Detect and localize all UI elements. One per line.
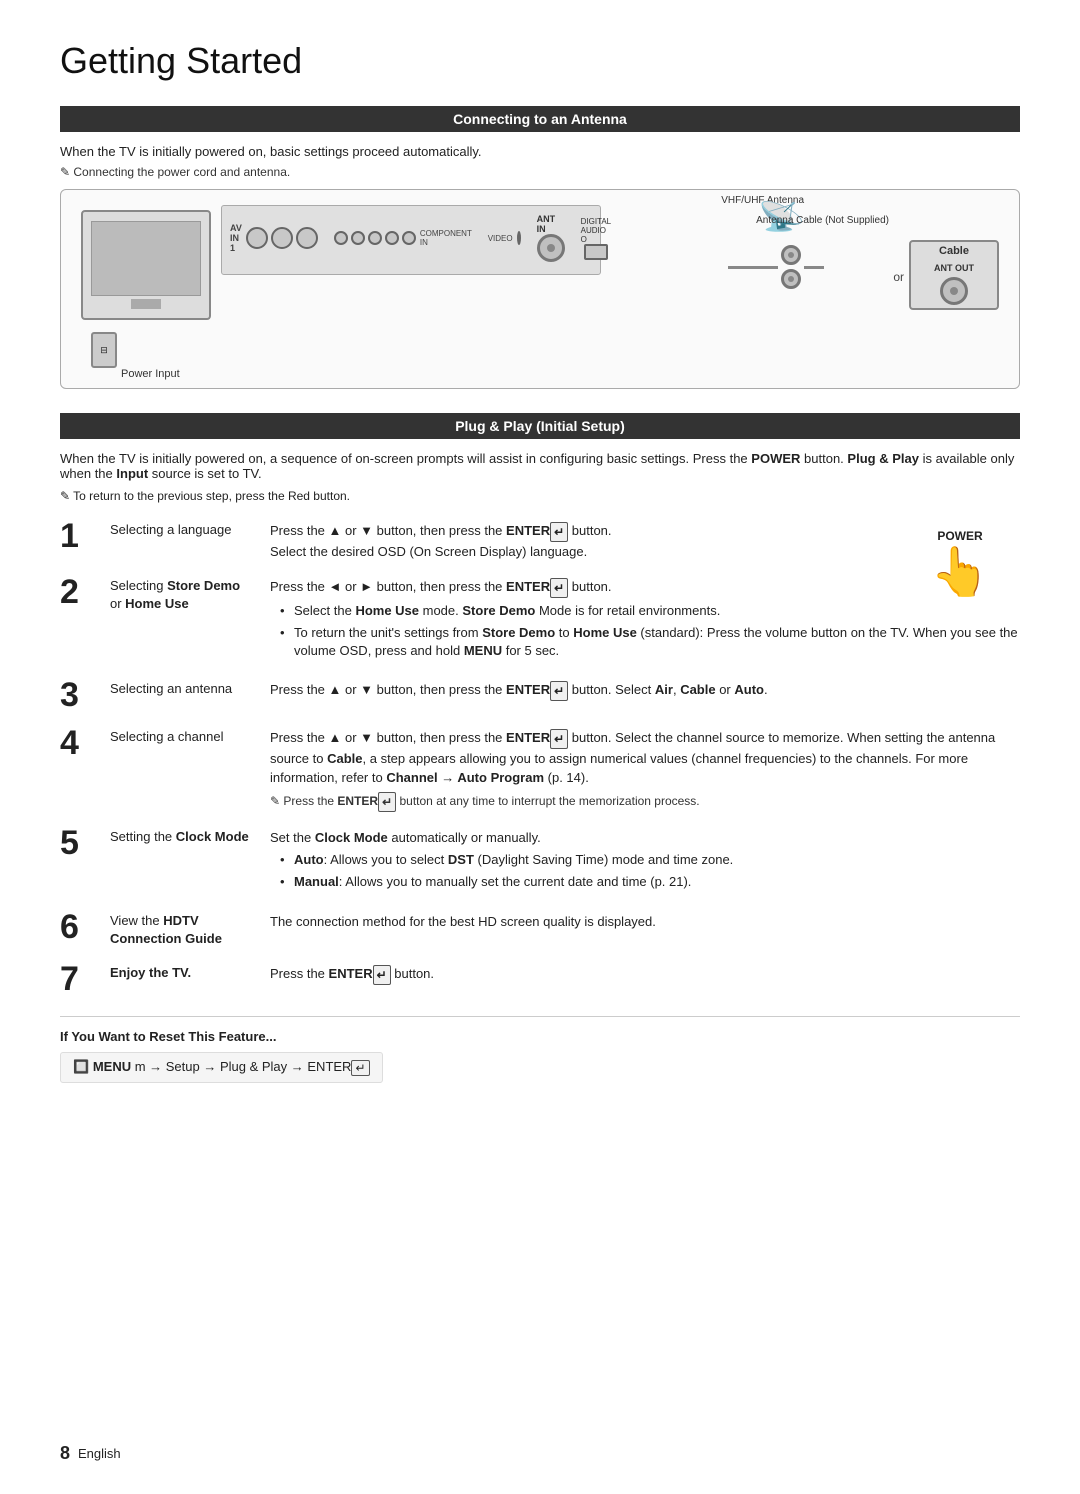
step-6-content: The connection method for the best HD sc… — [270, 910, 1020, 932]
av-port-2 — [271, 227, 293, 249]
input-keyword: Input — [116, 466, 148, 481]
reset-title: If You Want to Reset This Feature... — [60, 1029, 1020, 1044]
step-1: 1 Selecting a language Press the ▲ or ▼ … — [60, 519, 1020, 561]
page-title: Getting Started — [60, 40, 1020, 82]
power-keyword: POWER — [751, 451, 800, 466]
step-4: 4 Selecting a channel Press the ▲ or ▼ b… — [60, 726, 1020, 812]
step-5-number: 5 — [60, 826, 110, 860]
tv-illustration — [81, 210, 211, 320]
plug-play-keyword: Plug & Play — [847, 451, 919, 466]
plug-play-intro-text1: When the TV is initially powered on, a s… — [60, 451, 748, 466]
antenna-section: Connecting to an Antenna When the TV is … — [60, 106, 1020, 389]
plug-play-intro-text2: button. — [804, 451, 844, 466]
digital-audio-label: DIGITALAUDIO O — [581, 217, 612, 244]
comp-port-2 — [351, 231, 365, 245]
step-2-number: 2 — [60, 575, 110, 609]
connector-panel: AVIN 1 COMPONENT IN VIDEO — [221, 205, 601, 275]
step-6: 6 View the HDTVConnection Guide The conn… — [60, 910, 1020, 948]
antenna-note-text: Connecting the power cord and antenna. — [60, 165, 1020, 179]
ant-out-label: ANT OUT — [934, 263, 974, 273]
step-6-label: View the HDTVConnection Guide — [110, 910, 270, 948]
step-2-bullet-2: To return the unit's settings from Store… — [280, 624, 1020, 660]
coax-cable-end-2 — [781, 269, 801, 289]
comp-port-4 — [385, 231, 399, 245]
antenna-intro-text: When the TV is initially powered on, bas… — [60, 144, 1020, 159]
antenna-diagram: AVIN 1 COMPONENT IN VIDEO — [60, 189, 1020, 389]
plug-play-header: Plug & Play (Initial Setup) — [60, 413, 1020, 439]
steps-container: POWER 👆 1 Selecting a language Press the… — [60, 519, 1020, 996]
step-5-bullets: Auto: Allows you to select DST (Daylight… — [270, 851, 1020, 891]
digital-audio-port — [584, 244, 608, 260]
menu-icon: 🔲 — [73, 1059, 89, 1074]
page-language: English — [78, 1446, 121, 1461]
ant-in-port — [537, 234, 565, 262]
reset-section: If You Want to Reset This Feature... 🔲 M… — [60, 1016, 1020, 1083]
ant-in-label: ANT IN — [537, 214, 565, 234]
step-1-label: Selecting a language — [110, 519, 270, 539]
cable-box: Cable ANT OUT — [909, 240, 999, 310]
plug-play-note: To return to the previous step, press th… — [60, 489, 1020, 503]
ant-out-port — [940, 277, 968, 305]
step-4-label: Selecting a channel — [110, 726, 270, 746]
power-input-label: Power Input — [121, 368, 180, 380]
step-7-number: 7 — [60, 962, 110, 996]
comp-port-1 — [334, 231, 348, 245]
step-4-number: 4 — [60, 726, 110, 760]
power-icon-area: POWER 👆 — [900, 529, 1020, 597]
av-in-label: AVIN 1 — [230, 223, 242, 253]
plug-play-intro: When the TV is initially powered on, a s… — [60, 451, 1020, 481]
av-port-1 — [246, 227, 268, 249]
or-text: or — [893, 270, 904, 284]
step-6-number: 6 — [60, 910, 110, 944]
step-3-label: Selecting an antenna — [110, 678, 270, 698]
plug-play-intro-text4: source is set to TV. — [152, 466, 262, 481]
comp-port-3 — [368, 231, 382, 245]
cable-label: Cable — [939, 245, 969, 257]
coax-cable-assembly — [728, 245, 824, 289]
comp-port-5 — [402, 231, 416, 245]
step-1-number: 1 — [60, 519, 110, 553]
step-2-bullets: Select the Home Use mode. Store Demo Mod… — [270, 602, 1020, 661]
antenna-section-header: Connecting to an Antenna — [60, 106, 1020, 132]
power-hand-icon: 👆 — [900, 549, 1020, 597]
coax-cable-end-1 — [781, 245, 801, 265]
component-in-label: COMPONENT IN — [420, 229, 472, 247]
step-3: 3 Selecting an antenna Press the ▲ or ▼ … — [60, 678, 1020, 712]
step-7-content: Press the ENTER↵ button. — [270, 962, 1020, 985]
step-7-label: Enjoy the TV. — [110, 962, 270, 982]
step-5-label: Setting the Clock Mode — [110, 826, 270, 846]
tv-stand — [131, 299, 161, 309]
step-4-content: Press the ▲ or ▼ button, then press the … — [270, 726, 1020, 812]
step-7: 7 Enjoy the TV. Press the ENTER↵ button. — [60, 962, 1020, 996]
step-5: 5 Setting the Clock Mode Set the Clock M… — [60, 826, 1020, 896]
tv-screen — [91, 221, 201, 296]
page-footer: 8 English — [60, 1443, 121, 1464]
step-5-bullet-1: Auto: Allows you to select DST (Daylight… — [280, 851, 1020, 869]
step-5-bullet-2: Manual: Allows you to manually set the c… — [280, 873, 1020, 891]
reset-command: 🔲 MENU m → Setup → Plug & Play → ENTER↵ — [60, 1052, 383, 1083]
plug-play-section: Plug & Play (Initial Setup) When the TV … — [60, 413, 1020, 1083]
step-2-bullet-1: Select the Home Use mode. Store Demo Mod… — [280, 602, 1020, 620]
step-4-note: Press the ENTER↵ button at any time to i… — [270, 792, 1020, 812]
step-3-content: Press the ▲ or ▼ button, then press the … — [270, 678, 1020, 701]
step-3-number: 3 — [60, 678, 110, 712]
power-icon-label: POWER — [900, 529, 1020, 543]
video-port — [517, 231, 521, 245]
power-connector: ⊟ — [91, 332, 117, 368]
step-2-label: Selecting Store Demoor Home Use — [110, 575, 270, 613]
step-5-content: Set the Clock Mode automatically or manu… — [270, 826, 1020, 896]
video-label: VIDEO — [488, 234, 513, 243]
step-2: 2 Selecting Store Demoor Home Use Press … — [60, 575, 1020, 664]
antenna-cable-label: Antenna Cable (Not Supplied) — [756, 215, 889, 226]
av-port-3 — [296, 227, 318, 249]
page-number: 8 — [60, 1443, 70, 1464]
